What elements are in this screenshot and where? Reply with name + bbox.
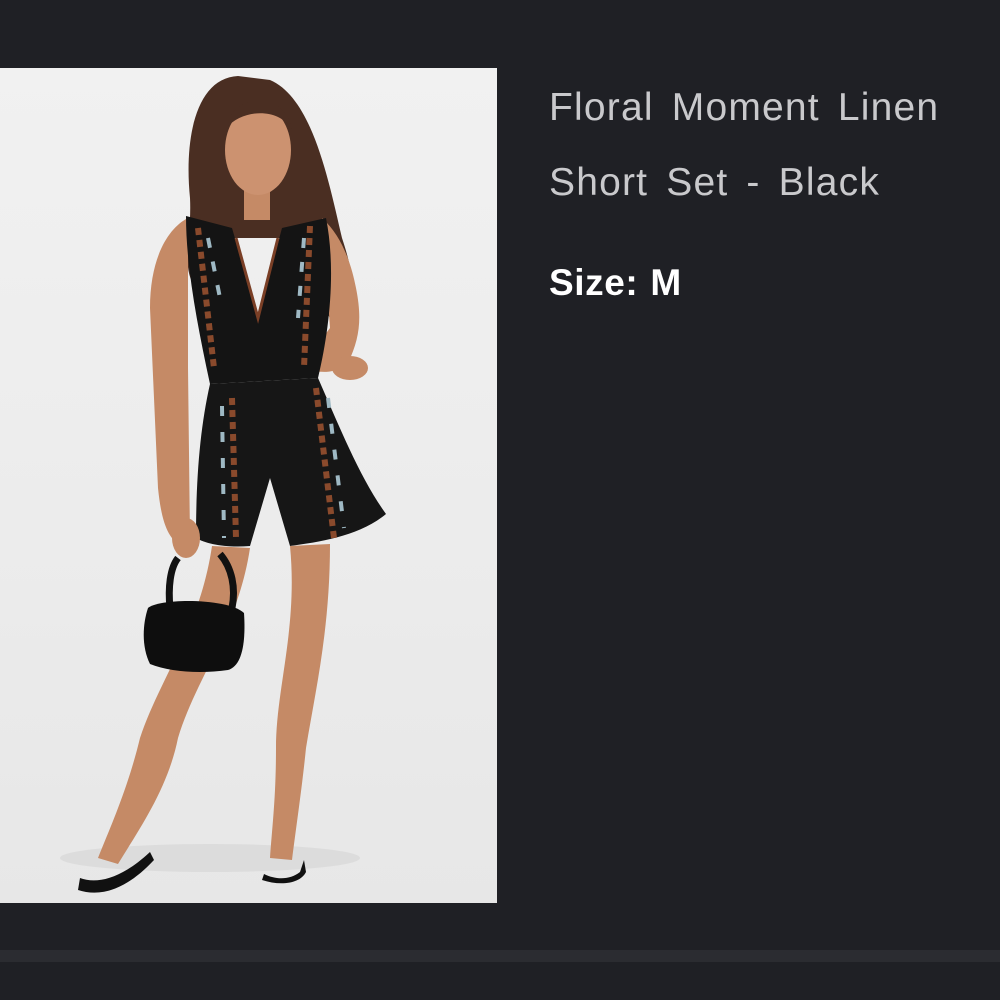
size-label: Size: bbox=[549, 262, 639, 303]
model-illustration bbox=[60, 76, 386, 893]
size-row: Size: M bbox=[549, 262, 682, 304]
product-photo[interactable] bbox=[0, 68, 497, 903]
bottom-divider-bar bbox=[0, 950, 1000, 962]
product-title: Floral Moment Linen Short Set - Black bbox=[549, 86, 940, 204]
size-value: M bbox=[650, 262, 682, 303]
product-page: Floral Moment Linen Short Set - Black Si… bbox=[0, 0, 1000, 1000]
